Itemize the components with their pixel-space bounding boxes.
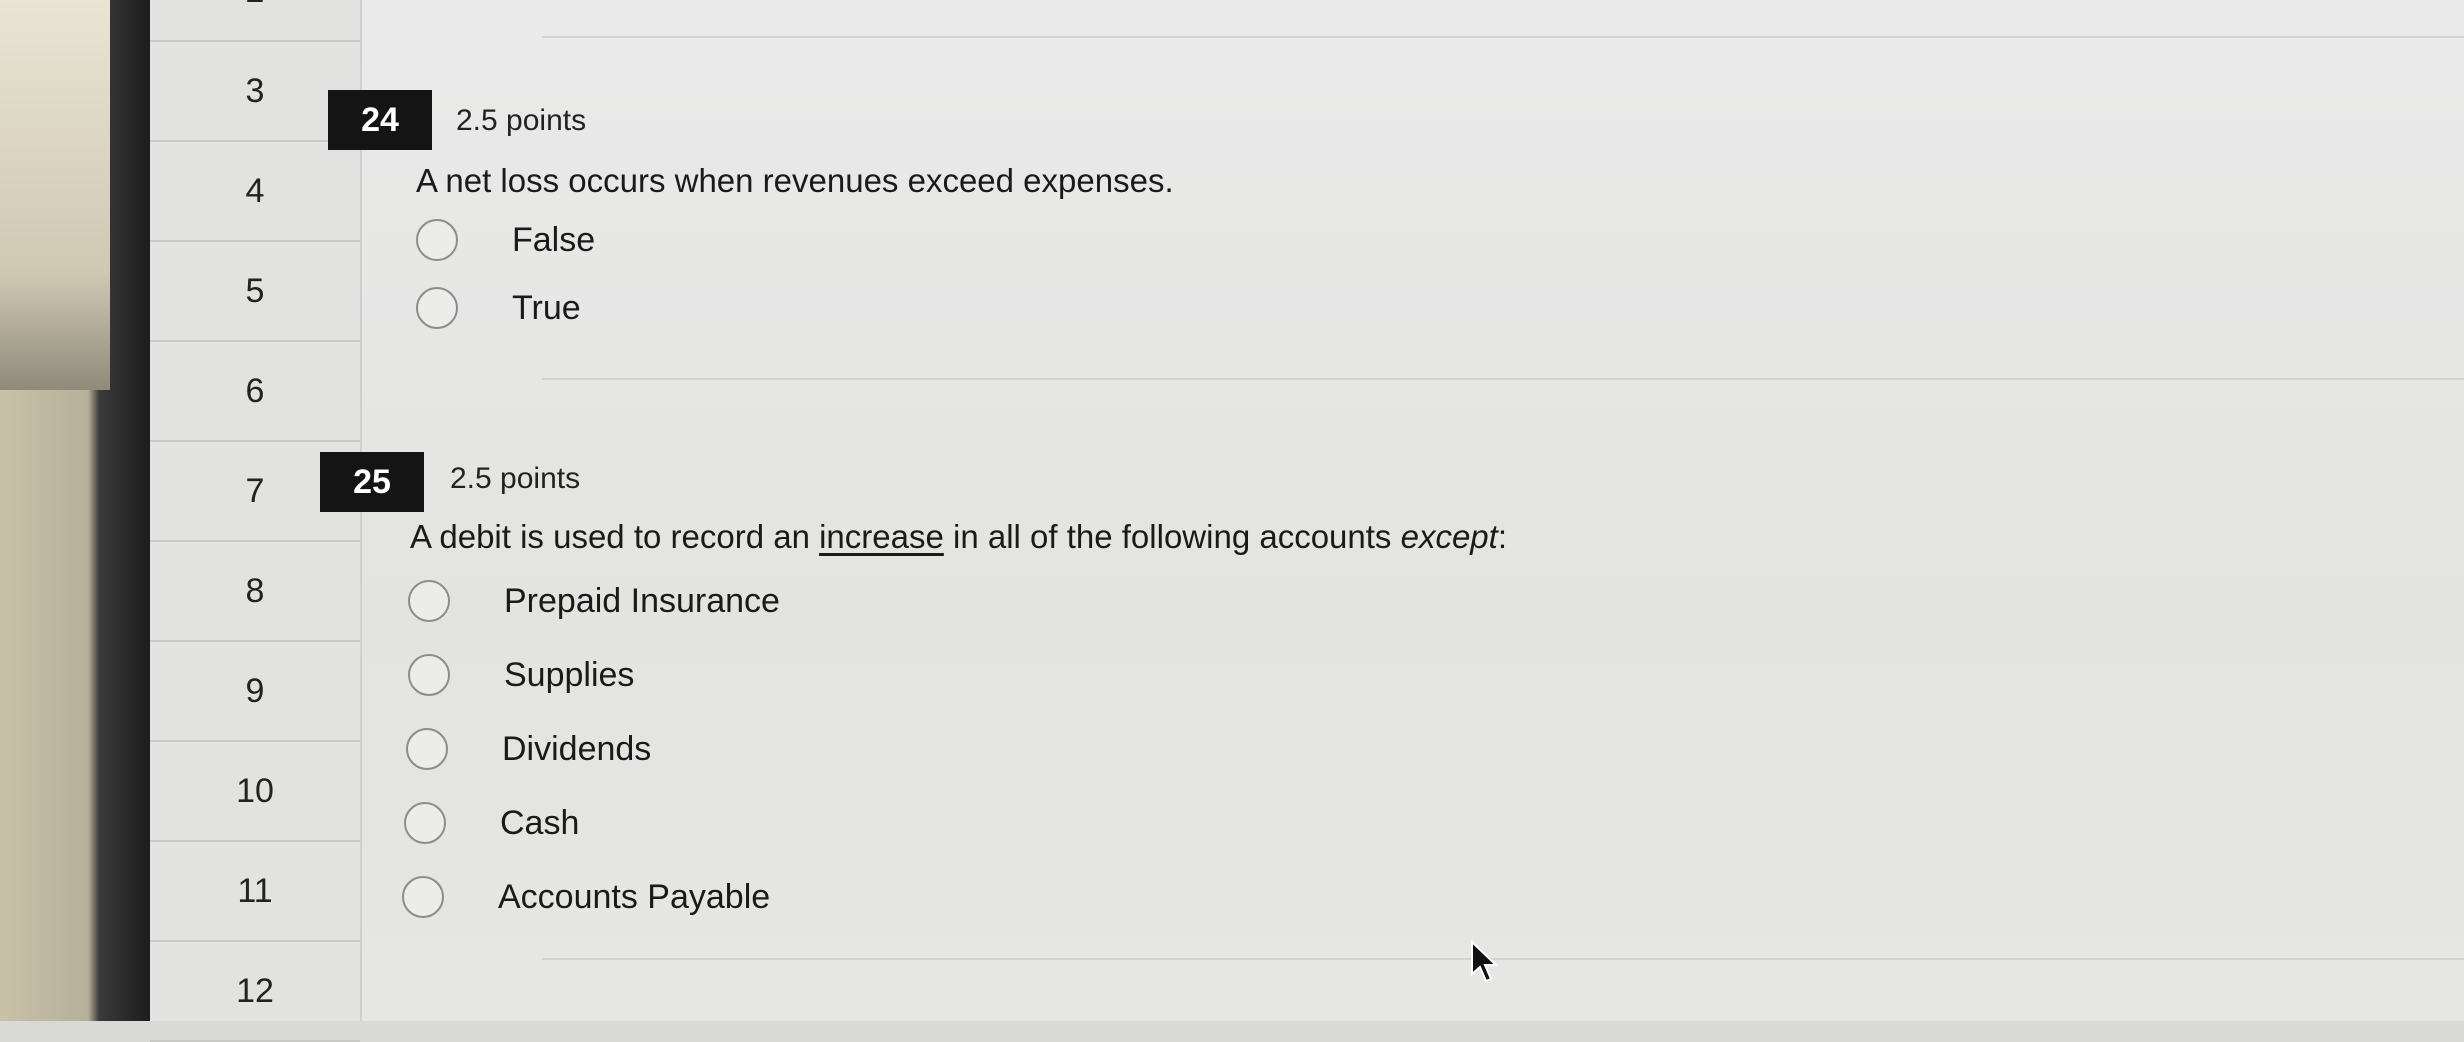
nav-question-2[interactable]: 2 [150,0,360,42]
nav-question-12[interactable]: 12 [150,942,360,1042]
divider [542,378,2464,380]
radio-button[interactable] [408,580,450,622]
question-prompt: A debit is used to record an increase in… [410,518,1507,556]
radio-button[interactable] [406,728,448,770]
question-points: 2.5 points [456,104,587,137]
nav-question-9[interactable]: 9 [150,642,360,742]
question-prompt: A net loss occurs when revenues exceed e… [416,162,1174,199]
question-points: 2.5 points [450,462,581,495]
nav-question-5[interactable]: 5 [150,242,360,342]
answer-option-label: False [512,220,596,259]
answer-option[interactable]: False [416,219,595,261]
answer-option[interactable]: Dividends [406,728,651,770]
question-number-badge: 24 [328,90,432,150]
nav-question-4[interactable]: 4 [150,142,360,242]
answer-option[interactable]: Accounts Payable [402,876,770,918]
answer-option-label: Dividends [502,729,652,768]
radio-button[interactable] [416,219,458,261]
answer-option[interactable]: True [416,287,581,329]
answer-option-label: Accounts Payable [498,877,771,916]
answer-option-label: Prepaid Insurance [504,581,780,620]
answer-option[interactable]: Supplies [408,654,634,696]
divider [542,36,2464,38]
radio-button[interactable] [408,654,450,696]
answer-option[interactable]: Prepaid Insurance [408,580,780,622]
radio-button[interactable] [404,802,446,844]
nav-question-6[interactable]: 6 [150,342,360,442]
answer-option[interactable]: Cash [404,802,579,844]
prompt-underlined-word: increase [819,518,944,555]
question-number-badge: 25 [320,452,424,512]
bezel-glare [0,0,110,390]
question-content: 24 2.5 points A net loss occurs when rev… [320,0,2464,1021]
prompt-text: in all of the following accounts [943,518,1401,555]
answer-option-label: True [512,288,581,327]
prompt-italic-word: except [1400,518,1498,555]
answer-option-label: Supplies [504,655,635,694]
answer-option-label: Cash [500,803,580,842]
prompt-text: A debit is used to record an [410,518,820,555]
quiz-screen: 2 3 4 5 6 7 8 9 10 11 12 24 2.5 points A… [150,0,2464,1042]
nav-question-11[interactable]: 11 [150,842,360,942]
nav-question-8[interactable]: 8 [150,542,360,642]
mouse-pointer-icon [1471,940,1499,983]
nav-question-10[interactable]: 10 [150,742,360,842]
radio-button[interactable] [416,287,458,329]
prompt-text: : [1497,518,1507,555]
radio-button[interactable] [402,876,444,918]
divider [542,958,2464,960]
